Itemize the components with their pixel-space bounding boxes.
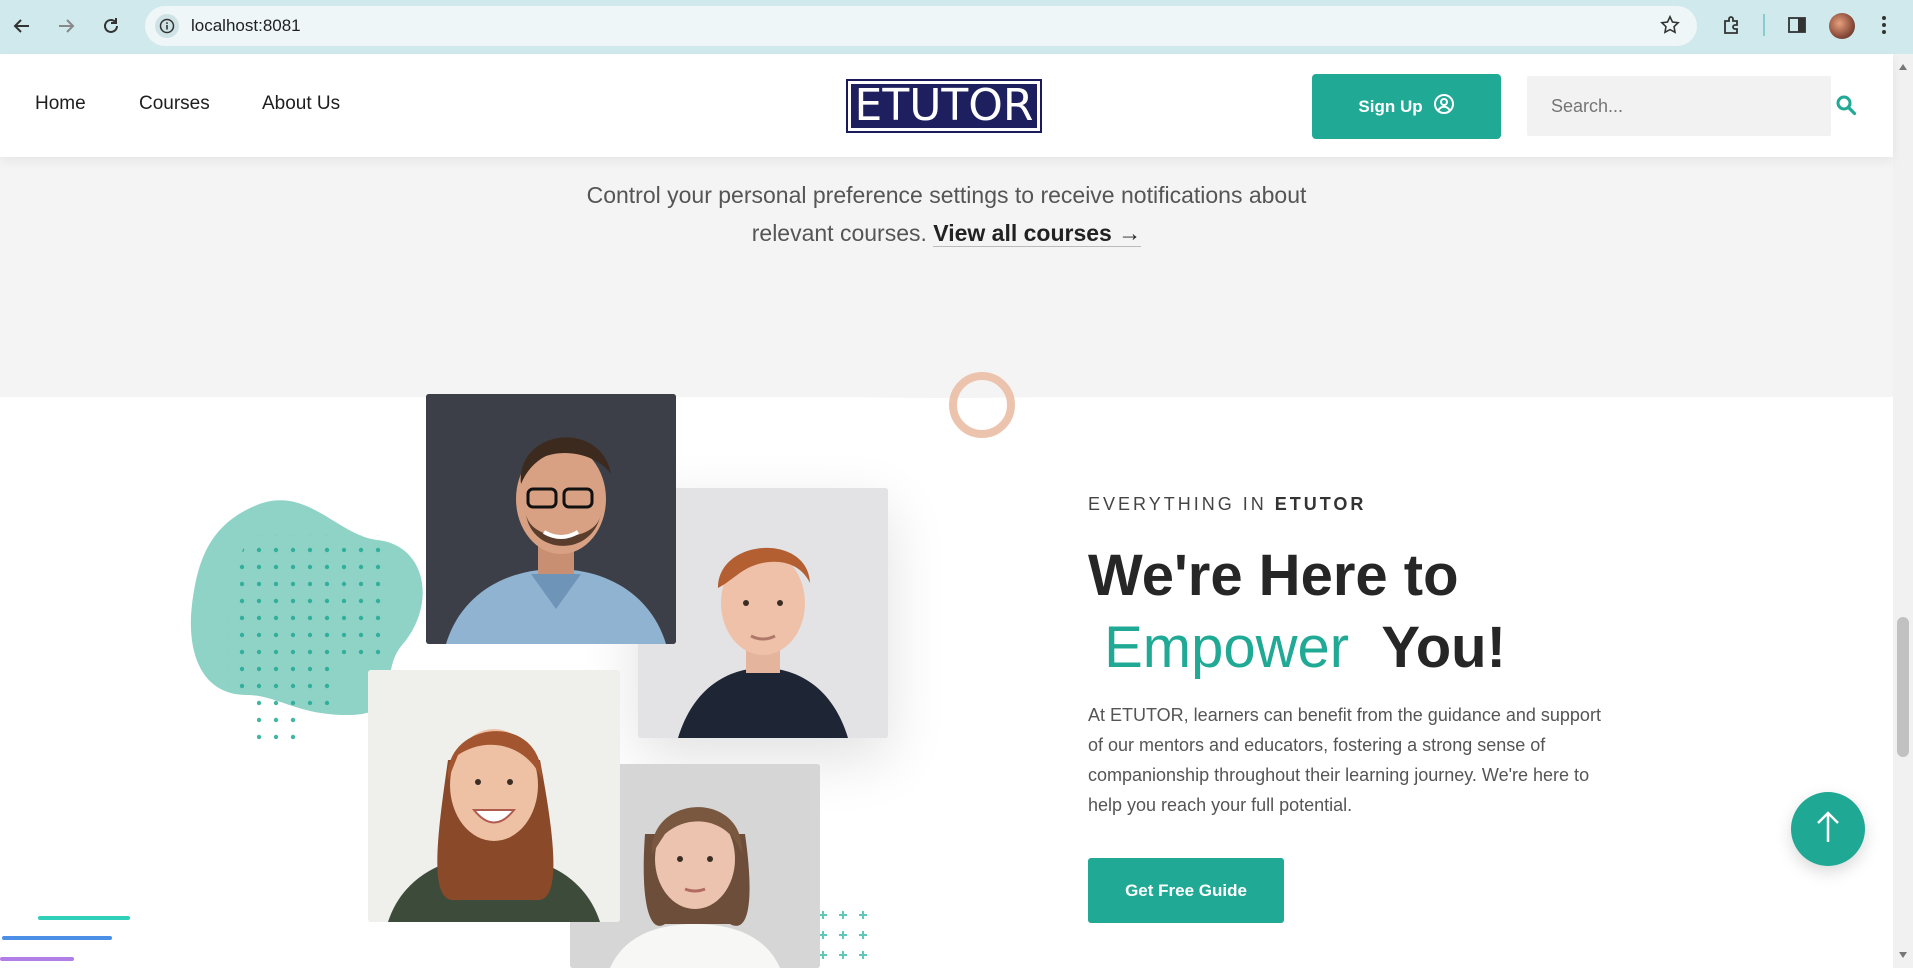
intro-text: Control your personal preference setting… <box>0 176 1893 252</box>
back-icon[interactable] <box>8 12 36 40</box>
toolbar-divider <box>1763 14 1765 36</box>
intro-line-2-wrap: relevant courses. View all courses → <box>0 214 1893 252</box>
search-icon[interactable] <box>1835 94 1857 121</box>
decorative-crosses <box>819 911 867 959</box>
back-to-top-button[interactable] <box>1791 792 1865 866</box>
info-icon[interactable] <box>155 14 179 38</box>
line-teal <box>38 916 130 920</box>
profile-avatar[interactable] <box>1829 13 1855 39</box>
heading-end: You! <box>1381 615 1506 680</box>
nav-home[interactable]: Home <box>35 93 86 115</box>
sign-up-label: Sign Up <box>1358 96 1423 116</box>
section-eyebrow: EVERYTHING IN ETUTOR <box>1088 494 1366 515</box>
user-circle-icon <box>1433 93 1455 120</box>
view-all-courses-label: View all courses <box>933 220 1112 246</box>
line-purple <box>0 957 74 961</box>
intro-line-2: relevant courses. <box>751 220 927 246</box>
arrow-up-icon <box>1815 810 1841 849</box>
heading-line-2: Empower You! <box>1088 612 1506 684</box>
site-logo[interactable]: ETUTOR <box>846 79 1042 133</box>
address-bar[interactable]: localhost:8081 <box>145 6 1697 46</box>
scroll-down-icon[interactable] <box>1898 946 1908 964</box>
reload-icon[interactable] <box>97 12 125 40</box>
menu-icon[interactable] <box>1880 13 1888 42</box>
forward-icon[interactable] <box>52 12 80 40</box>
scroll-up-icon[interactable] <box>1898 58 1908 76</box>
browser-toolbar: localhost:8081 <box>0 0 1913 54</box>
heading-line-1: We're Here to <box>1088 543 1459 608</box>
eyebrow-prefix: EVERYTHING IN <box>1088 494 1267 514</box>
section-paragraph: At ETUTOR, learners can benefit from the… <box>1088 705 1601 815</box>
url-text[interactable]: localhost:8081 <box>191 16 301 36</box>
sign-up-button[interactable]: Sign Up <box>1312 74 1501 139</box>
heading-accent: Empower <box>1104 615 1350 680</box>
arrow-right-icon: → <box>1118 220 1142 246</box>
get-free-guide-button[interactable]: Get Free Guide <box>1088 858 1284 923</box>
extensions-icon[interactable] <box>1720 13 1744 42</box>
line-blue <box>2 936 112 940</box>
site-header: Home Courses About Us ETUTOR Sign Up <box>0 54 1893 157</box>
search-input[interactable] <box>1527 76 1831 136</box>
band-curve <box>0 290 1893 398</box>
nav-courses[interactable]: Courses <box>139 93 210 115</box>
view-all-courses-link[interactable]: View all courses → <box>933 220 1142 247</box>
logo-text: ETUTOR <box>851 84 1037 128</box>
scrollbar-thumb[interactable] <box>1897 617 1909 757</box>
star-icon[interactable] <box>1659 14 1681 41</box>
decorative-ring <box>949 372 1015 438</box>
photo-man-glasses <box>426 394 676 644</box>
section-heading: We're Here to Empower You! <box>1088 540 1506 684</box>
nav-about-us[interactable]: About Us <box>262 93 340 115</box>
intro-line-1: Control your personal preference setting… <box>586 182 1307 208</box>
photo-woman-smiling <box>368 670 620 922</box>
page-scrollbar[interactable] <box>1893 54 1913 968</box>
sidepanel-icon[interactable] <box>1785 13 1809 42</box>
eyebrow-brand: ETUTOR <box>1274 494 1367 514</box>
